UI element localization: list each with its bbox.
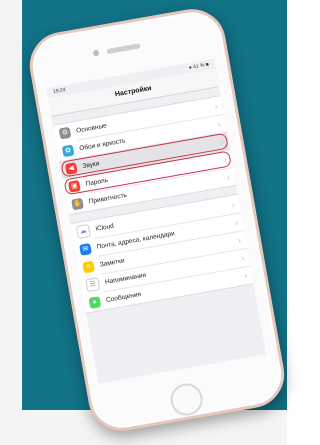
chevron-right-icon: › xyxy=(240,253,245,263)
chevron-right-icon: › xyxy=(213,101,218,111)
wallpaper-icon: ✿ xyxy=(61,144,75,157)
phone-frame: 19:24 ● 41 % ■ Настройки ⚙ Основные › ✿ … xyxy=(24,3,290,437)
home-button[interactable] xyxy=(168,381,206,419)
chevron-right-icon: › xyxy=(234,217,239,227)
chevron-right-icon: › xyxy=(231,199,236,210)
status-time: 19:24 xyxy=(52,86,67,96)
cloud-icon: ☁ xyxy=(75,223,91,239)
chevron-right-icon: › xyxy=(243,270,248,281)
hand-icon: ✋ xyxy=(71,197,84,210)
messages-icon: ● xyxy=(88,295,102,309)
gear-icon: ⚙ xyxy=(58,126,72,140)
mail-icon: ✉ xyxy=(79,242,92,256)
phone-screen: 19:24 ● 41 % ■ Настройки ⚙ Основные › ✿ … xyxy=(46,58,266,384)
front-camera-icon xyxy=(92,49,100,57)
settings-group-1: ⚙ Основные › ✿ Обои и яркость › ◀ Звуки … xyxy=(52,95,237,216)
settings-group-2: ☁ iCloud › ✉ Почта, адреса, календари › … xyxy=(70,193,254,314)
earpiece-speaker xyxy=(106,43,141,55)
chevron-right-icon: › xyxy=(237,235,242,245)
stage: 19:24 ● 41 % ■ Настройки ⚙ Основные › ✿ … xyxy=(0,0,290,445)
chevron-right-icon: › xyxy=(216,119,221,129)
notes-icon: ≡ xyxy=(82,260,95,273)
reminders-icon: ☰ xyxy=(85,276,101,292)
chevron-right-icon: › xyxy=(226,172,231,182)
